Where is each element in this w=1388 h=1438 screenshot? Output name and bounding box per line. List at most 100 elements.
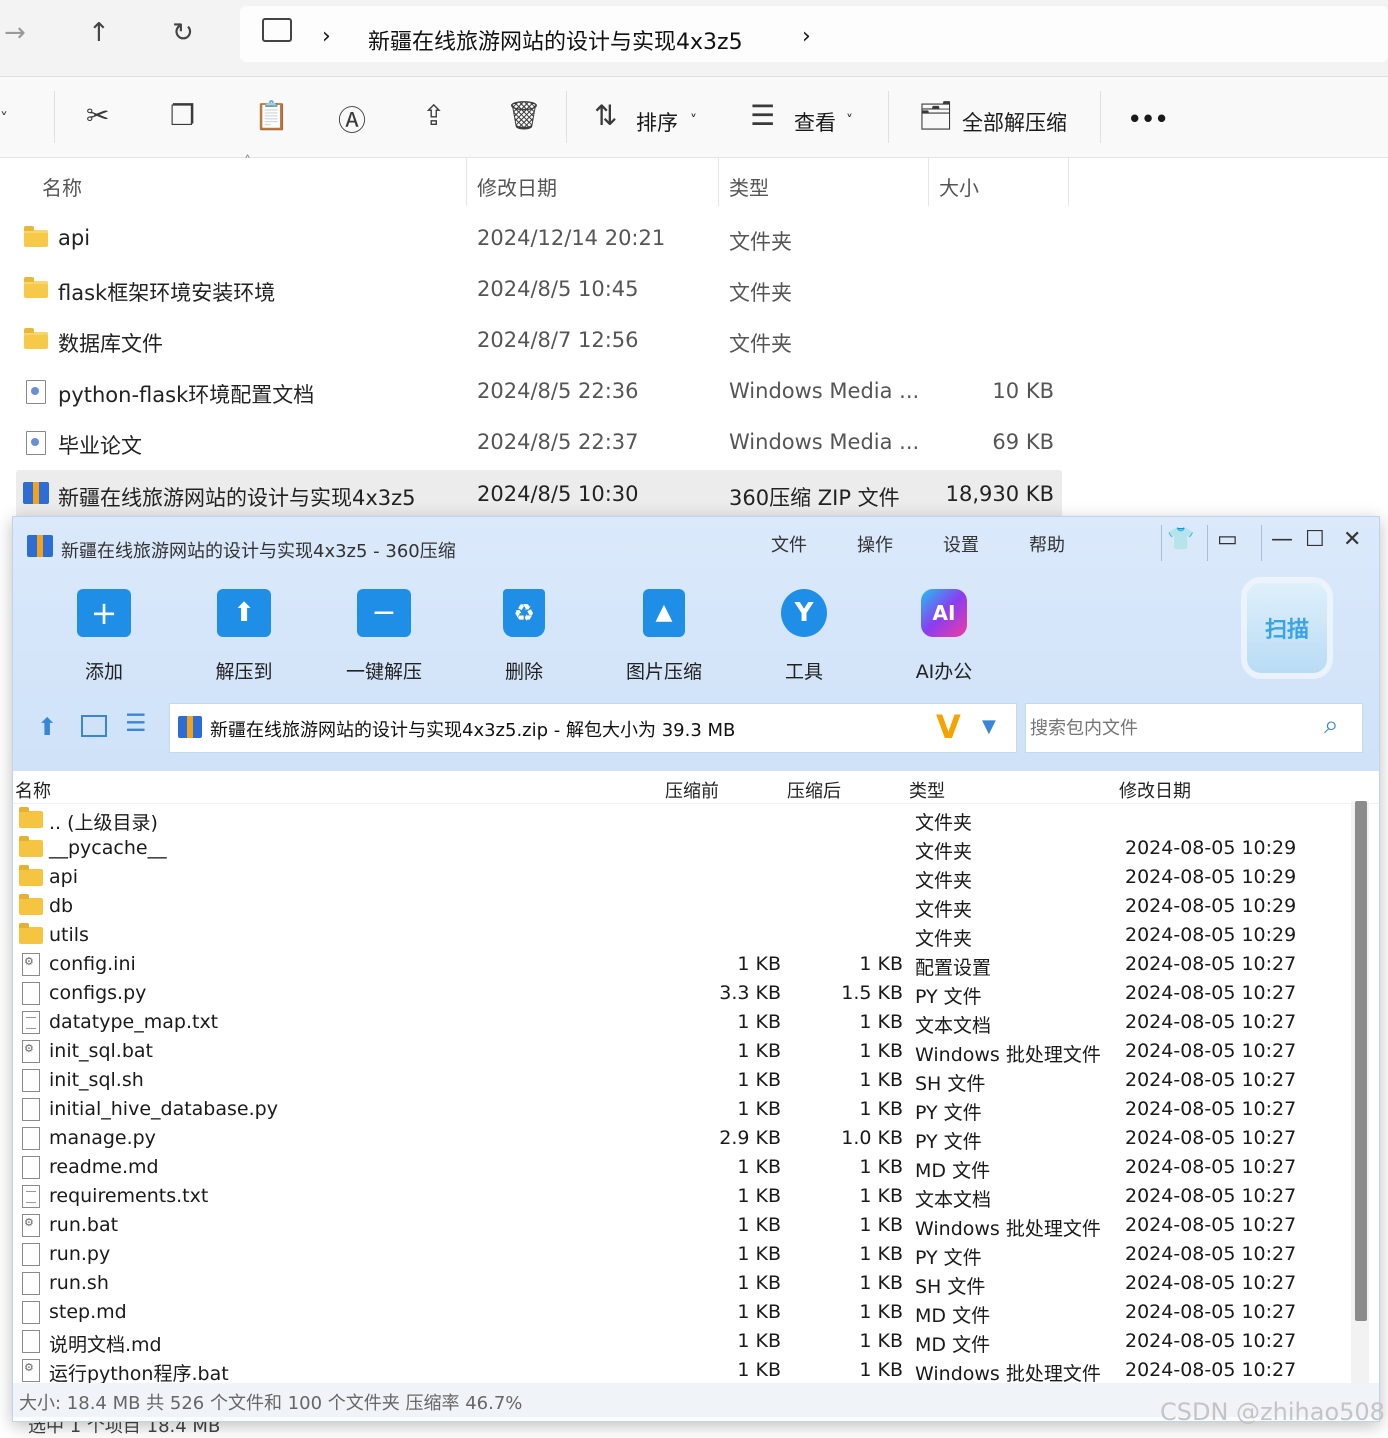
column-name[interactable]: 名称 bbox=[42, 172, 82, 201]
maximize-icon[interactable]: ☐ bbox=[1305, 527, 1325, 552]
media-file-icon bbox=[26, 380, 46, 404]
table-row[interactable]: initial_hive_database.py 1 KB 1 KB PY 文件 202… bbox=[13, 1095, 1349, 1124]
chevron-down-icon[interactable]: ˅ bbox=[846, 113, 853, 129]
chevron-down-icon[interactable]: ˅ bbox=[0, 109, 8, 128]
share-icon[interactable]: ⇪ bbox=[422, 99, 445, 132]
column-size[interactable]: 大小 bbox=[939, 172, 979, 201]
file-date: 2024-08-05 10:27 bbox=[1125, 1127, 1297, 1149]
table-row[interactable]: configs.py 3.3 KB 1.5 KB PY 文件 2024-08-05 10… bbox=[13, 979, 1349, 1008]
menu-file[interactable]: 文件 bbox=[771, 531, 807, 557]
sort-icon[interactable]: ⇅ bbox=[594, 99, 617, 132]
menu-help[interactable]: 帮助 bbox=[1029, 531, 1065, 557]
file-date: 2024/8/7 12:56 bbox=[477, 328, 639, 352]
table-row[interactable]: init_sql.bat1 KB1 KBWindows 批处理文件2024-08… bbox=[13, 1037, 1349, 1066]
size-after: 1 KB bbox=[859, 1330, 903, 1352]
up-icon[interactable]: ↑ bbox=[88, 18, 110, 48]
view-button[interactable]: 查看 bbox=[794, 107, 836, 137]
v-logo-icon[interactable]: V bbox=[936, 708, 961, 746]
extract-folder-icon[interactable]: 🗂 bbox=[918, 99, 954, 132]
table-row[interactable]: config.ini1 KB1 KB配置设置2024-08-05 10:27 bbox=[13, 950, 1349, 979]
add-folder-icon: + bbox=[77, 589, 131, 637]
divider[interactable] bbox=[928, 158, 929, 206]
column-size-after[interactable]: 压缩后 bbox=[787, 777, 841, 803]
table-row[interactable]: run.sh 1 KB 1 KB SH 文件 2024-08-05 10:27 bbox=[13, 1269, 1349, 1298]
list-item[interactable]: api 2024/12/14 20:21 文件夹 bbox=[16, 214, 1062, 262]
column-name[interactable]: 名称 bbox=[15, 777, 51, 803]
delete-button[interactable]: ♻ 删除 bbox=[469, 589, 579, 689]
list-item[interactable]: 毕业论文 2024/8/5 22:37 Windows Media ... 69… bbox=[16, 418, 1062, 466]
table-row[interactable]: 运行python程序.bat1 KB1 KBWindows 批处理文件2024-… bbox=[13, 1356, 1349, 1385]
file-name: 说明文档.md bbox=[49, 1334, 162, 1356]
list-view-icon[interactable]: ☰ bbox=[125, 709, 147, 737]
table-row[interactable]: readme.md 1 KB 1 KB MD 文件 2024-08-05 10:27 bbox=[13, 1153, 1349, 1182]
list-item[interactable]: 数据库文件 2024/8/7 12:56 文件夹 bbox=[16, 316, 1062, 364]
image-compress-button[interactable]: ▲ 图片压缩 bbox=[609, 589, 719, 689]
table-row[interactable]: utils 文件夹 2024-08-05 10:29 bbox=[13, 921, 1349, 950]
table-row[interactable]: datatype_map.txt 1 KB 1 KB 文本文档 2024-08-05 1… bbox=[13, 1008, 1349, 1037]
divider bbox=[888, 91, 889, 143]
file-name: __pycache__ bbox=[49, 837, 167, 859]
zip-archive-icon bbox=[23, 482, 49, 504]
tools-button[interactable]: Y 工具 bbox=[749, 589, 859, 689]
divider[interactable] bbox=[718, 158, 719, 206]
refresh-icon[interactable]: ↻ bbox=[172, 18, 194, 48]
list-item-selected[interactable]: 新疆在线旅游网站的设计与实现4x3z5 2024/8/5 10:30 360压缩… bbox=[16, 470, 1062, 518]
file-date: 2024/8/5 10:30 bbox=[477, 482, 639, 506]
close-icon[interactable]: ✕ bbox=[1343, 527, 1361, 552]
column-date[interactable]: 修改日期 bbox=[1119, 777, 1191, 803]
column-size-before[interactable]: 压缩前 bbox=[665, 777, 719, 803]
chevron-down-icon[interactable]: ˅ bbox=[690, 113, 697, 129]
table-row[interactable]: __pycache__ 文件夹 2024-08-05 10:29 bbox=[13, 834, 1349, 863]
menu-settings[interactable]: 设置 bbox=[943, 531, 979, 557]
table-row[interactable]: requirements.txt 1 KB 1 KB 文本文档 2024-08-05 1… bbox=[13, 1182, 1349, 1211]
table-row[interactable]: run.bat1 KB1 KBWindows 批处理文件2024-08-05 1… bbox=[13, 1211, 1349, 1240]
file-name: init_sql.bat bbox=[49, 1040, 153, 1062]
file-size: 10 KB bbox=[992, 379, 1054, 403]
one-click-extract-button[interactable]: − 一键解压 bbox=[329, 589, 439, 689]
archive-path-field[interactable]: 新疆在线旅游网站的设计与实现4x3z5.zip - 解包大小为 39.3 MB … bbox=[169, 703, 1017, 753]
table-row[interactable]: api 文件夹 2024-08-05 10:29 bbox=[13, 863, 1349, 892]
forward-icon[interactable]: → bbox=[4, 18, 26, 48]
address-field[interactable]: › 新疆在线旅游网站的设计与实现4x3z5 › bbox=[240, 6, 1388, 62]
copy-icon[interactable]: ❐ bbox=[170, 99, 195, 132]
up-level-icon[interactable]: ⬆ bbox=[37, 713, 57, 741]
thumbnail-view-icon[interactable] bbox=[81, 715, 107, 737]
column-date[interactable]: 修改日期 bbox=[477, 172, 557, 201]
chevron-down-icon[interactable]: ▼ bbox=[982, 716, 996, 737]
minimize-icon[interactable]: — bbox=[1271, 527, 1293, 552]
divider[interactable] bbox=[466, 158, 467, 206]
table-row[interactable]: 说明文档.md 1 KB 1 KB MD 文件 2024-08-05 10:27 bbox=[13, 1327, 1349, 1356]
table-row[interactable]: .. (上级目录) 文件夹 bbox=[13, 805, 1349, 834]
view-icon[interactable]: ☰ bbox=[750, 99, 775, 132]
table-row[interactable]: step.md 1 KB 1 KB MD 文件 2024-08-05 10:27 bbox=[13, 1298, 1349, 1327]
column-type[interactable]: 类型 bbox=[729, 172, 769, 201]
skin-icon[interactable]: 👕 bbox=[1167, 527, 1194, 552]
search-icon[interactable]: ⌕ bbox=[1324, 710, 1339, 741]
ai-office-button[interactable]: AI AI办公 bbox=[889, 589, 999, 689]
cut-icon[interactable]: ✂ bbox=[86, 99, 109, 132]
table-row[interactable]: run.py 1 KB 1 KB PY 文件 2024-08-05 10:27 bbox=[13, 1240, 1349, 1269]
scan-button[interactable]: 扫描 bbox=[1247, 583, 1327, 673]
menu-operate[interactable]: 操作 bbox=[857, 531, 893, 557]
sort-button[interactable]: 排序 bbox=[636, 107, 678, 137]
chevron-right-icon[interactable]: › bbox=[322, 24, 331, 49]
scrollbar-thumb[interactable] bbox=[1355, 801, 1367, 1321]
search-input[interactable] bbox=[1028, 712, 1312, 744]
divider[interactable] bbox=[1068, 158, 1069, 206]
paste-icon[interactable]: 📋 bbox=[254, 99, 289, 132]
table-row[interactable]: manage.py 2.9 KB 1.0 KB PY 文件 2024-08-05 10:… bbox=[13, 1124, 1349, 1153]
add-button[interactable]: + 添加 bbox=[49, 589, 159, 689]
list-item[interactable]: python-flask环境配置文档 2024/8/5 22:36 Window… bbox=[16, 367, 1062, 415]
rename-icon[interactable]: Ⓐ bbox=[338, 99, 366, 139]
list-item[interactable]: flask框架环境安装环境 2024/8/5 10:45 文件夹 bbox=[16, 265, 1062, 313]
feedback-icon[interactable]: ▭ bbox=[1217, 527, 1238, 552]
more-options-button[interactable]: ••• bbox=[1128, 107, 1168, 131]
table-row[interactable]: init_sql.sh 1 KB 1 KB SH 文件 2024-08-05 10:27 bbox=[13, 1066, 1349, 1095]
column-type[interactable]: 类型 bbox=[909, 777, 945, 803]
chevron-right-icon[interactable]: › bbox=[802, 24, 811, 49]
delete-icon[interactable]: 🗑 bbox=[506, 99, 542, 132]
extract-all-button[interactable]: 全部解压缩 bbox=[962, 107, 1067, 137]
extract-to-button[interactable]: ⬆ 解压到 bbox=[189, 589, 299, 689]
breadcrumb-folder[interactable]: 新疆在线旅游网站的设计与实现4x3z5 bbox=[368, 24, 743, 56]
table-row[interactable]: db 文件夹 2024-08-05 10:29 bbox=[13, 892, 1349, 921]
